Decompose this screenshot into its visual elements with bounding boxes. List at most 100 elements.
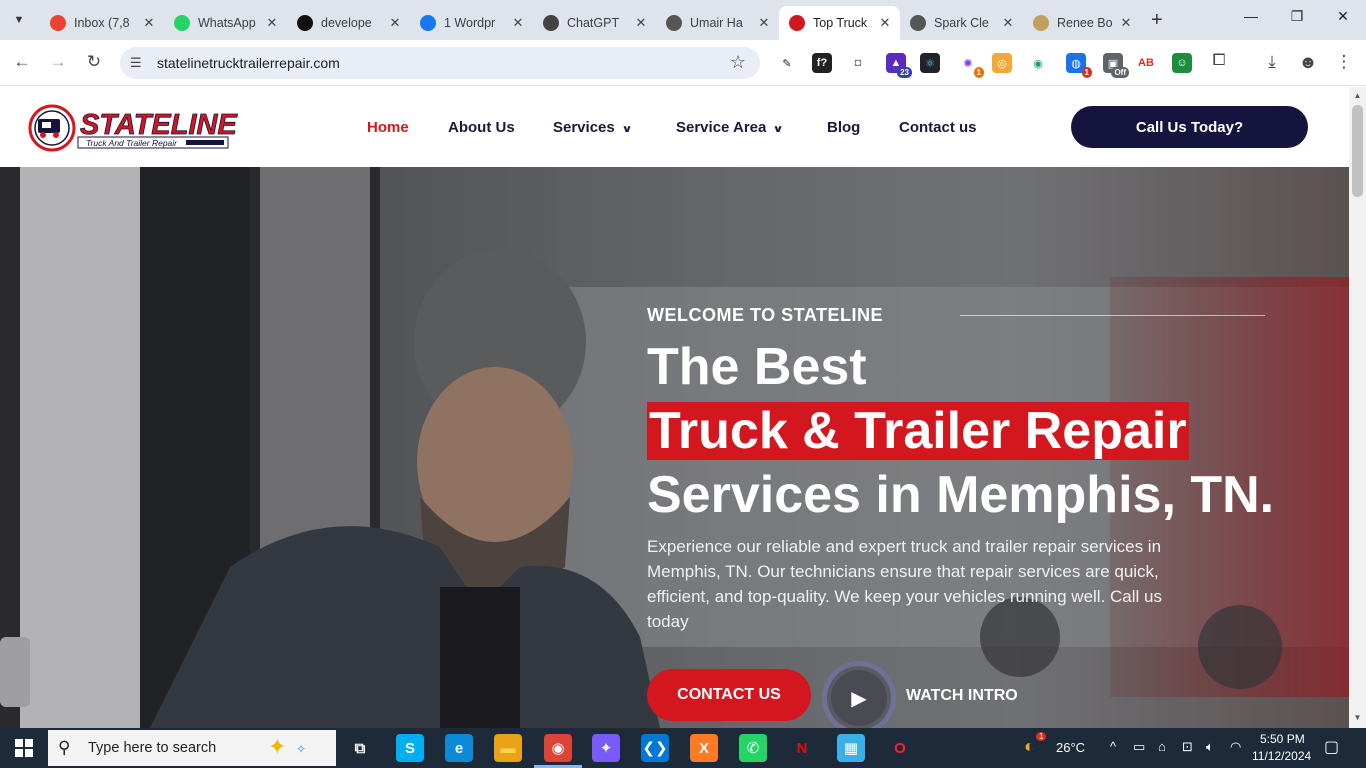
windows-taskbar: ⚲ Type here to search ✦ ✧ ⧉ Se ▬ ◉ ✦ ❮❯ X ✆ N ▦ O … xyxy=(0,728,1366,768)
page-scrollbar[interactable]: ▲ ▼ xyxy=(1349,87,1366,728)
taskbar-search-input[interactable]: ⚲ Type here to search ✦ ✧ xyxy=(48,730,336,766)
browser-tab[interactable]: Inbox (7,8 ✕ xyxy=(40,6,164,40)
search-highlight-sparkle-icon: ✧ xyxy=(296,742,307,756)
meet-now-icon[interactable]: ⌂ xyxy=(1158,739,1166,754)
tab-title: develope xyxy=(321,16,372,30)
fonts-ninja-icon[interactable]: f? xyxy=(812,53,832,73)
camera-icon[interactable]: ◘ xyxy=(848,53,868,73)
browser-tab[interactable]: WhatsApp ✕ xyxy=(164,6,287,40)
task-view-icon[interactable]: ⧉ xyxy=(346,734,374,762)
close-window-icon[interactable]: ✕ xyxy=(1328,8,1358,25)
off-toggle-icon[interactable]: ▣ Off xyxy=(1103,53,1129,78)
browser-tab[interactable]: develope ✕ xyxy=(287,6,410,40)
store-icon[interactable]: ▦ xyxy=(837,734,865,762)
tab-close-icon[interactable]: ✕ xyxy=(1117,15,1135,31)
eyedropper-icon[interactable]: ✎ xyxy=(777,53,797,73)
tray-overflow-chevron-icon[interactable]: ^ xyxy=(1110,739,1116,754)
whatsapp-taskbar-icon[interactable]: ✆ xyxy=(739,734,767,762)
tab-close-icon[interactable]: ✕ xyxy=(509,15,527,31)
browser-tab[interactable]: ChatGPT ✕ xyxy=(533,6,656,40)
browser-tab-strip: ▼ Inbox (7,8 ✕ WhatsApp ✕ develope ✕ 1 Wordpr ✕… xyxy=(0,0,1366,40)
hero-heading-line-3: Services in Memphis, TN. xyxy=(647,466,1275,524)
site-icon xyxy=(1033,15,1049,31)
play-video-button[interactable]: ▶ xyxy=(822,661,896,728)
xampp-icon[interactable]: X xyxy=(690,734,718,762)
chevron-down-icon: ∨ xyxy=(772,124,785,135)
nav-blog[interactable]: Blog xyxy=(827,119,860,136)
netflix-icon[interactable]: N xyxy=(788,734,816,762)
hero-heading-line-1: The Best xyxy=(647,338,867,396)
clock-date[interactable]: 11/12/2024 xyxy=(1252,749,1311,763)
scroll-thumb[interactable] xyxy=(1352,105,1363,197)
extension-badge: 1 xyxy=(973,67,984,78)
security-icon[interactable]: ⊡ xyxy=(1182,739,1193,755)
scroll-down-icon[interactable]: ▼ xyxy=(1349,713,1366,722)
search-icon: ⚲ xyxy=(58,738,71,757)
nav-service-area[interactable]: Service Area ∨ xyxy=(676,119,785,136)
battery-icon[interactable]: ▭ xyxy=(1133,739,1145,755)
site-info-icon[interactable]: ☰ xyxy=(130,55,142,71)
graduation-icon[interactable]: ▲ 23 xyxy=(886,53,912,78)
tab-close-icon[interactable]: ✕ xyxy=(140,15,158,31)
weather-icon[interactable]: ◐ xyxy=(1024,736,1035,757)
menu-kebab-icon[interactable]: ⋮ xyxy=(1332,52,1356,72)
green-bot-icon[interactable]: ☺ xyxy=(1172,53,1192,73)
volume-icon[interactable]: 🔈︎ xyxy=(1206,739,1214,755)
react-icon[interactable]: ⚛ xyxy=(920,53,940,73)
stateline-logo[interactable]: STATELINE Truck And Trailer Repair xyxy=(28,101,238,155)
edge-icon[interactable]: e xyxy=(445,734,473,762)
tab-close-icon[interactable]: ✕ xyxy=(263,15,281,31)
browser-tab[interactable]: Umair Ha ✕ xyxy=(656,6,779,40)
chrome-icon[interactable]: ◉ xyxy=(544,734,572,762)
reload-icon[interactable]: ↻ xyxy=(82,52,106,72)
windows-start-icon[interactable] xyxy=(0,728,48,768)
pdf-icon[interactable]: AB xyxy=(1136,53,1156,73)
nav-contact-us[interactable]: Contact us xyxy=(899,119,977,136)
file-explorer-icon[interactable]: ▬ xyxy=(494,734,522,762)
search-placeholder: Type here to search xyxy=(88,740,217,756)
weather-temperature[interactable]: 26°C xyxy=(1056,740,1085,755)
nav-about-us[interactable]: About Us xyxy=(448,119,515,136)
minimize-icon[interactable]: — xyxy=(1236,8,1266,24)
globe-badge-icon[interactable]: ◍ 1 xyxy=(1066,53,1092,78)
browser-tab[interactable]: 1 Wordpr ✕ xyxy=(410,6,533,40)
extensions-puzzle-icon[interactable]: ⧠ xyxy=(1207,52,1231,70)
tab-close-icon[interactable]: ✕ xyxy=(755,15,773,31)
nav-services[interactable]: Services ∨ xyxy=(553,119,632,136)
nav-home[interactable]: Home xyxy=(367,119,409,136)
orange-square-icon[interactable]: ◎ xyxy=(992,53,1012,73)
tab-close-icon[interactable]: ✕ xyxy=(999,15,1017,31)
browser-tab[interactable]: Spark Cle ✕ xyxy=(900,6,1023,40)
url-text[interactable]: statelinetrucktrailerrepair.com xyxy=(157,55,340,71)
tab-close-icon[interactable]: ✕ xyxy=(386,15,404,31)
green-eye-icon[interactable]: ◉ xyxy=(1028,53,1048,73)
skype-icon[interactable]: S xyxy=(396,734,424,762)
call-us-today-button[interactable]: Call Us Today? xyxy=(1071,106,1308,148)
profile-avatar-icon[interactable]: ☻ xyxy=(1296,52,1320,73)
tab-search-chevron-icon[interactable]: ▼ xyxy=(6,8,32,32)
tab-close-icon[interactable]: ✕ xyxy=(632,15,650,31)
browser-tab[interactable]: Renee Bo ✕ xyxy=(1023,6,1141,40)
colorful-burst-icon[interactable]: ✺ 1 xyxy=(958,53,984,78)
eyebrow-divider xyxy=(960,315,1265,316)
bookmark-star-icon[interactable]: ☆ xyxy=(730,52,746,73)
watch-intro-label[interactable]: WATCH INTRO xyxy=(906,687,1018,705)
copilot-icon[interactable]: ✦ xyxy=(592,734,620,762)
new-tab-button[interactable]: + xyxy=(1151,9,1163,32)
contact-us-button[interactable]: CONTACT US xyxy=(647,669,811,721)
notifications-icon[interactable]: ▢ xyxy=(1324,737,1339,757)
clock-time[interactable]: 5:50 PM xyxy=(1260,732,1305,746)
site-header: STATELINE Truck And Trailer Repair Home … xyxy=(0,87,1349,167)
restore-icon[interactable]: ❐ xyxy=(1282,8,1312,25)
opera-icon[interactable]: O xyxy=(886,734,914,762)
address-bar[interactable]: ☰ statelinetrucktrailerrepair.com ☆ xyxy=(120,47,760,79)
back-icon[interactable]: ← xyxy=(10,52,34,72)
tab-close-icon[interactable]: ✕ xyxy=(876,15,894,31)
scroll-up-icon[interactable]: ▲ xyxy=(1349,91,1366,100)
browser-tab[interactable]: Top Truck ✕ xyxy=(779,6,900,40)
forward-icon[interactable]: → xyxy=(46,52,70,72)
tab-title: Umair Ha xyxy=(690,16,743,30)
vscode-icon[interactable]: ❮❯ xyxy=(641,734,669,762)
wifi-icon[interactable]: ◠ xyxy=(1230,739,1241,755)
download-icon[interactable]: ⤓ xyxy=(1260,52,1284,72)
